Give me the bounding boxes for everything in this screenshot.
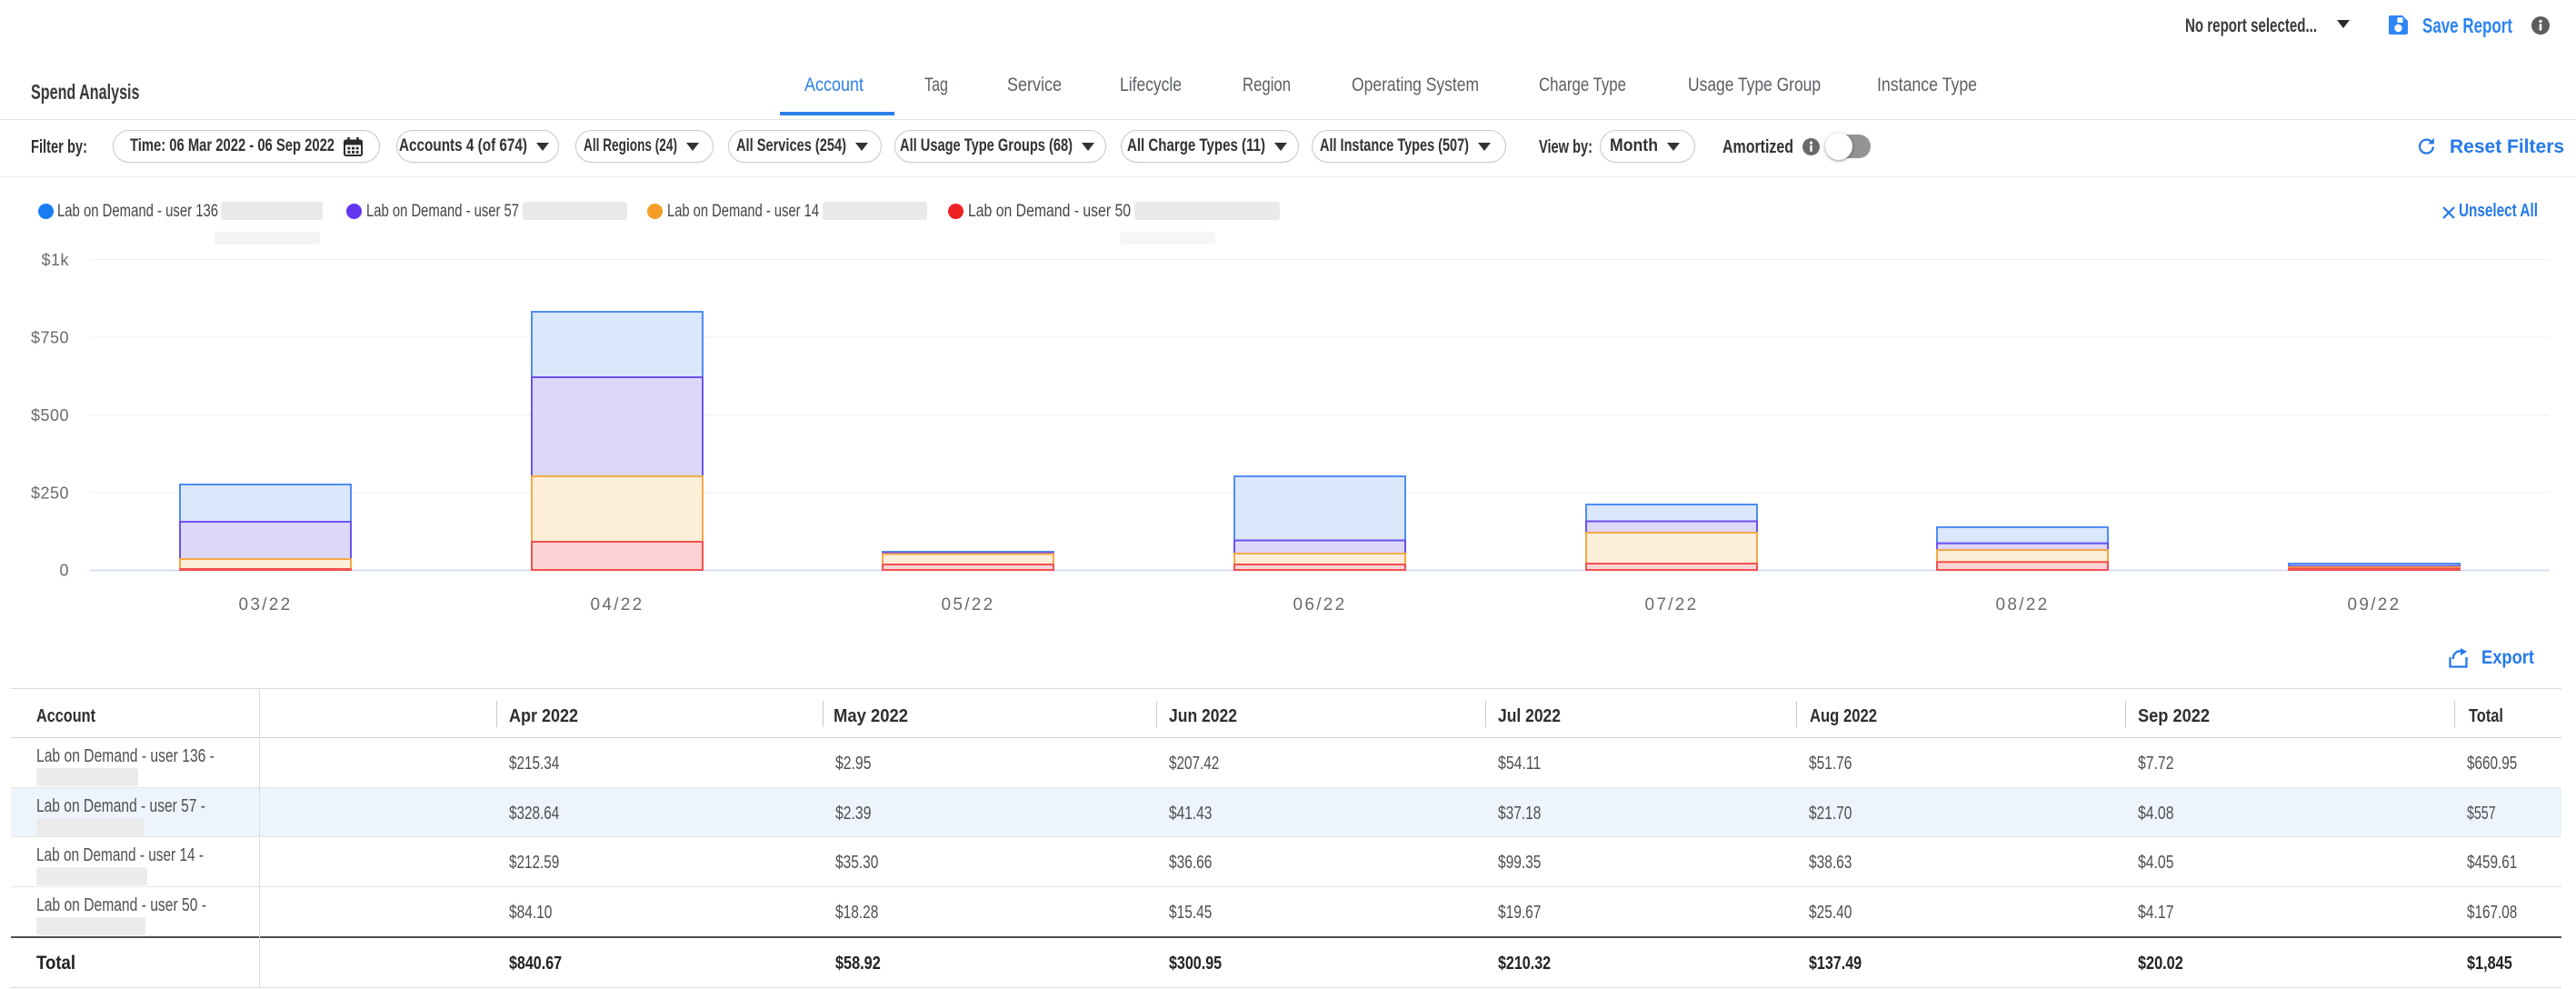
svg-text:$1k: $1k — [41, 251, 69, 269]
svg-text:$750: $750 — [31, 329, 69, 347]
svg-text:$500: $500 — [31, 406, 69, 425]
svg-text:06/22: 06/22 — [1293, 595, 1346, 614]
svg-text:$250: $250 — [31, 485, 69, 503]
svg-text:05/22: 05/22 — [941, 595, 994, 614]
svg-text:07/22: 07/22 — [1644, 595, 1698, 614]
svg-text:04/22: 04/22 — [590, 595, 644, 614]
svg-text:08/22: 08/22 — [1995, 595, 2049, 614]
svg-text:03/22: 03/22 — [238, 595, 292, 614]
svg-text:0: 0 — [59, 562, 69, 580]
svg-text:09/22: 09/22 — [2347, 595, 2401, 614]
